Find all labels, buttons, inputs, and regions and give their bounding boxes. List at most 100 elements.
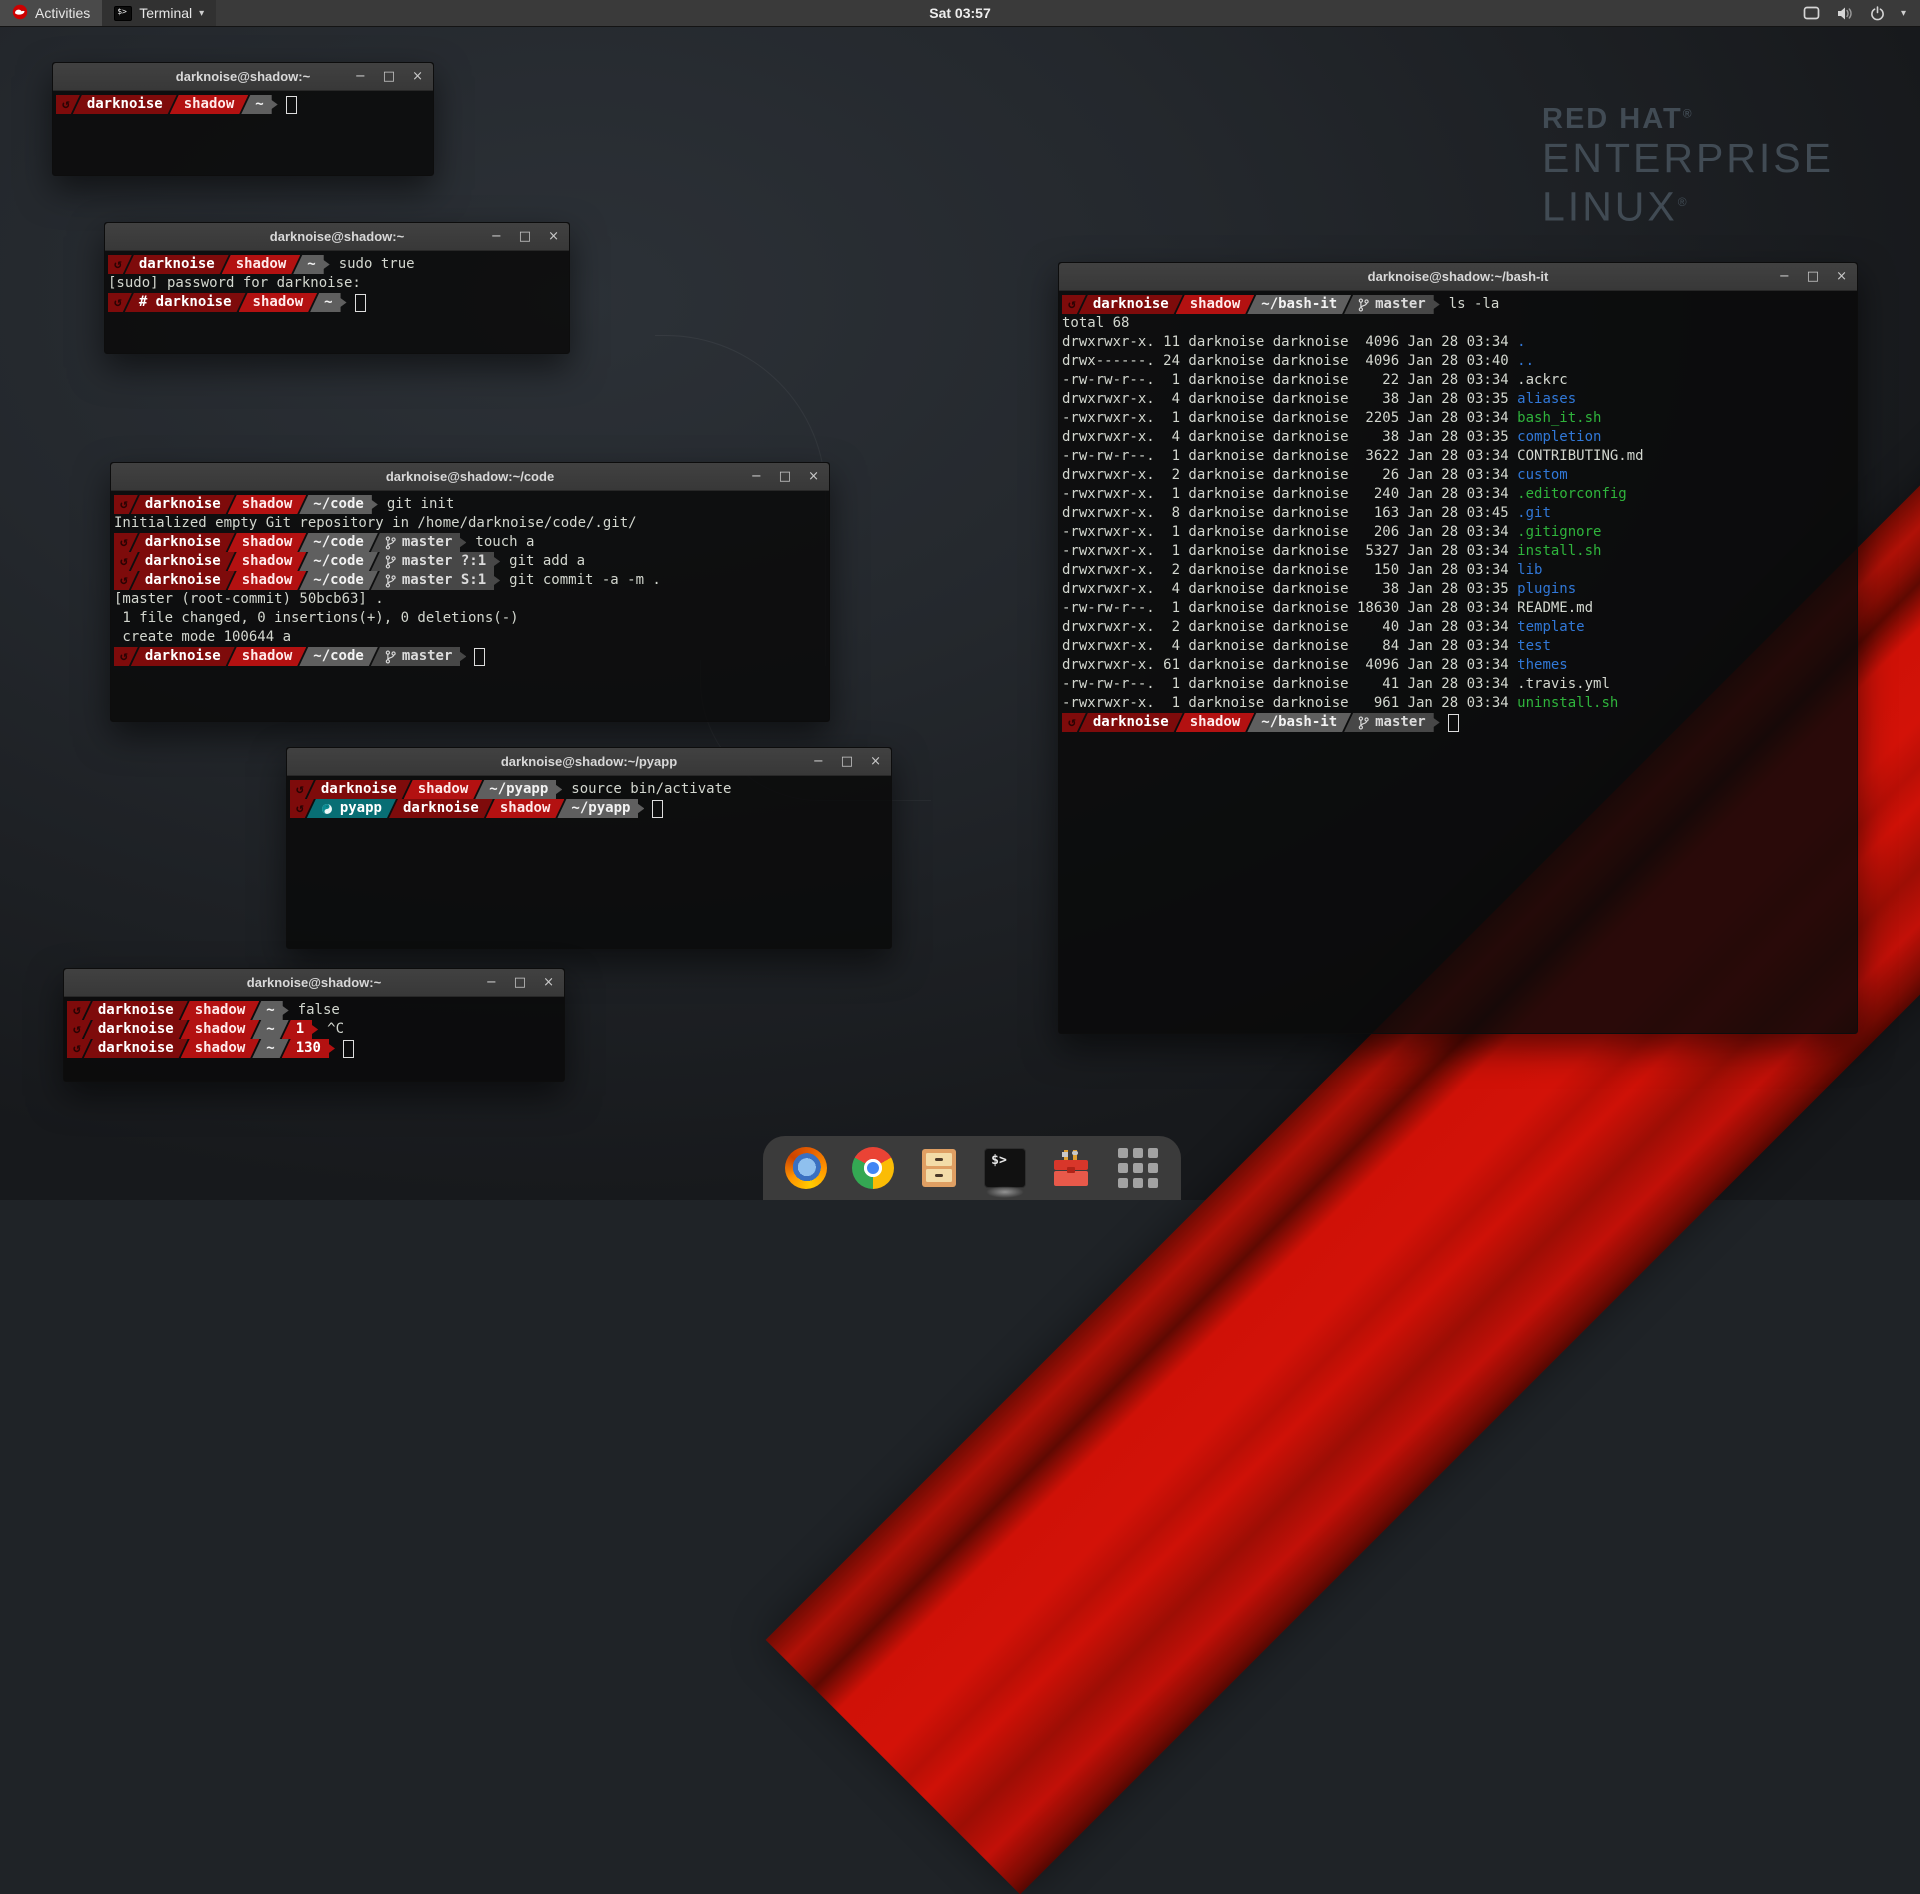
- dock: $>: [763, 1136, 1181, 1200]
- display-icon[interactable]: [1803, 6, 1820, 20]
- distro-swirl-icon: ↺: [296, 799, 304, 818]
- command-text: ^C: [327, 1020, 344, 1039]
- terminal-content[interactable]: ↺darknoiseshadow~/codegit initInitialize…: [111, 491, 829, 666]
- prompt-segment-host: shadow: [181, 1020, 260, 1039]
- distro-swirl-icon: ↺: [120, 533, 128, 552]
- maximize-button[interactable]: □: [1807, 270, 1819, 283]
- close-button[interactable]: ×: [548, 230, 559, 243]
- file-name: .travis.yml: [1517, 676, 1610, 692]
- distro-swirl-icon: ↺: [73, 1001, 81, 1020]
- command-text: source bin/activate: [571, 780, 731, 799]
- window-titlebar[interactable]: darknoise@shadow:~/pyapp−□×: [287, 748, 891, 776]
- file-name: themes: [1517, 657, 1568, 673]
- minimize-button[interactable]: −: [751, 470, 762, 483]
- prompt-line: ↺darknoiseshadow~130: [67, 1039, 560, 1058]
- terminal-window: darknoise@shadow:~/pyapp−□×↺darknoisesha…: [286, 747, 892, 949]
- maximize-button[interactable]: □: [519, 230, 531, 243]
- terminal-window: darknoise@shadow:~/bash-it − □ × ↺darknoises…: [1058, 262, 1858, 1034]
- file-meta: -rw-rw-r--. 1 darknoise darknoise 3622 J…: [1062, 448, 1517, 464]
- distro-swirl-icon: ↺: [1068, 295, 1076, 314]
- terminal-content[interactable]: ↺darknoiseshadow~: [53, 91, 433, 114]
- dock-item-chrome[interactable]: [850, 1145, 896, 1191]
- file-meta: -rw-rw-r--. 1 darknoise darknoise 18630 …: [1062, 600, 1517, 616]
- file-meta: drwx------. 24 darknoise darknoise 4096 …: [1062, 353, 1517, 369]
- window-title: darknoise@shadow:~/bash-it: [1368, 269, 1549, 284]
- maximize-button[interactable]: □: [779, 470, 791, 483]
- volume-icon[interactable]: [1836, 6, 1854, 21]
- terminal-window: darknoise@shadow:~/code−□×↺darknoiseshad…: [110, 462, 830, 722]
- maximize-button[interactable]: □: [841, 755, 853, 768]
- prompt-line: ↺darknoiseshadow~/bash-itmasterls -la: [1062, 295, 1853, 314]
- window-titlebar[interactable]: darknoise@shadow:~ − □ ×: [105, 223, 569, 251]
- prompt-segment-user: # darknoise: [125, 293, 246, 312]
- prompt-segment-status: 130: [282, 1039, 329, 1058]
- minimize-button[interactable]: −: [355, 70, 366, 83]
- minimize-button[interactable]: −: [813, 755, 824, 768]
- prompt-segment-path: ~/pyapp: [557, 799, 638, 818]
- terminal-window: darknoise@shadow:~ − □ × ↺darknoiseshadow~fa…: [63, 968, 565, 1082]
- close-button[interactable]: ×: [870, 755, 881, 768]
- output-line: 1 file changed, 0 insertions(+), 0 delet…: [114, 609, 825, 628]
- file-name: CONTRIBUTING.md: [1517, 448, 1643, 464]
- window-title: darknoise@shadow:~: [247, 975, 381, 990]
- prompt-segment-user: darknoise: [307, 780, 411, 799]
- dock-item-toolbox[interactable]: [1048, 1145, 1094, 1191]
- prompt-line: ↺darknoiseshadow~/codemaster S:1git comm…: [114, 571, 825, 590]
- window-titlebar[interactable]: darknoise@shadow:~ − □ ×: [64, 969, 564, 997]
- distro-swirl-icon: ↺: [120, 647, 128, 666]
- output-line: total 68: [1062, 314, 1853, 333]
- prompt-segment-path: ~/bash-it: [1247, 295, 1351, 314]
- prompt-segment-user: darknoise: [73, 95, 177, 114]
- dock-item-app-grid[interactable]: [1115, 1145, 1161, 1191]
- file-name: .: [1517, 334, 1525, 350]
- chevron-down-icon[interactable]: ▾: [1901, 8, 1906, 19]
- output-line: Initialized empty Git repository in /hom…: [114, 514, 825, 533]
- terminal-content[interactable]: ↺darknoiseshadow~false↺darknoiseshadow~1…: [64, 997, 564, 1058]
- window-titlebar[interactable]: darknoise@shadow:~−□×: [53, 63, 433, 91]
- prompt-line: ↺pyappdarknoiseshadow~/pyapp: [290, 799, 887, 818]
- command-text: git add a: [509, 552, 585, 571]
- window-titlebar[interactable]: darknoise@shadow:~/bash-it − □ ×: [1059, 263, 1857, 291]
- minimize-button[interactable]: −: [486, 976, 497, 989]
- dock-item-firefox[interactable]: [783, 1145, 829, 1191]
- git-branch-icon: [385, 536, 396, 550]
- output-line: [sudo] password for darknoise:: [108, 274, 565, 293]
- close-button[interactable]: ×: [412, 70, 423, 83]
- file-meta: drwxrwxr-x. 2 darknoise darknoise 150 Ja…: [1062, 562, 1517, 578]
- minimize-button[interactable]: −: [491, 230, 502, 243]
- close-button[interactable]: ×: [808, 470, 819, 483]
- app-menu[interactable]: $> Terminal ▾: [102, 0, 216, 26]
- app-grid-icon: [1118, 1148, 1158, 1188]
- prompt-segment-path: ~/code: [299, 571, 378, 590]
- file-list-row: drwxrwxr-x. 4 darknoise darknoise 38 Jan…: [1062, 390, 1853, 409]
- distro-swirl-icon: ↺: [296, 780, 304, 799]
- terminal-content[interactable]: ↺darknoiseshadow~/bash-itmasterls -latot…: [1059, 291, 1857, 732]
- maximize-button[interactable]: □: [514, 976, 526, 989]
- prompt-segment-user: darknoise: [1079, 713, 1183, 732]
- terminal-content[interactable]: ↺darknoiseshadow~sudo true[sudo] passwor…: [105, 251, 569, 312]
- prompt-segment-git: master: [371, 647, 461, 666]
- maximize-button[interactable]: □: [383, 70, 395, 83]
- close-button[interactable]: ×: [543, 976, 554, 989]
- file-list-row: drwx------. 24 darknoise darknoise 4096 …: [1062, 352, 1853, 371]
- prompt-segment-git: master: [1344, 295, 1434, 314]
- prompt-line: ↺darknoiseshadow~/codemastertouch a: [114, 533, 825, 552]
- window-titlebar[interactable]: darknoise@shadow:~/code−□×: [111, 463, 829, 491]
- top-bar: Activities $> Terminal ▾ Sat 03:57 ▾: [0, 0, 1920, 27]
- terminal-content[interactable]: ↺darknoiseshadow~/pyappsource bin/activa…: [287, 776, 891, 818]
- file-list-row: -rwxrwxr-x. 1 darknoise darknoise 206 Ja…: [1062, 523, 1853, 542]
- prompt-segment-path: ~/code: [299, 552, 378, 571]
- activities-button[interactable]: Activities: [0, 0, 102, 26]
- file-name: .ackrc: [1517, 372, 1568, 388]
- file-name: aliases: [1517, 391, 1576, 407]
- file-meta: drwxrwxr-x. 11 darknoise darknoise 4096 …: [1062, 334, 1517, 350]
- power-icon[interactable]: [1870, 6, 1885, 21]
- dock-item-files[interactable]: [916, 1145, 962, 1191]
- chrome-icon: [852, 1147, 894, 1189]
- window-title: darknoise@shadow:~: [270, 229, 404, 244]
- file-list-row: -rw-rw-r--. 1 darknoise darknoise 18630 …: [1062, 599, 1853, 618]
- dock-item-terminal[interactable]: $>: [982, 1145, 1028, 1191]
- close-button[interactable]: ×: [1836, 270, 1847, 283]
- minimize-button[interactable]: −: [1779, 270, 1790, 283]
- clock[interactable]: Sat 03:57: [919, 0, 1000, 26]
